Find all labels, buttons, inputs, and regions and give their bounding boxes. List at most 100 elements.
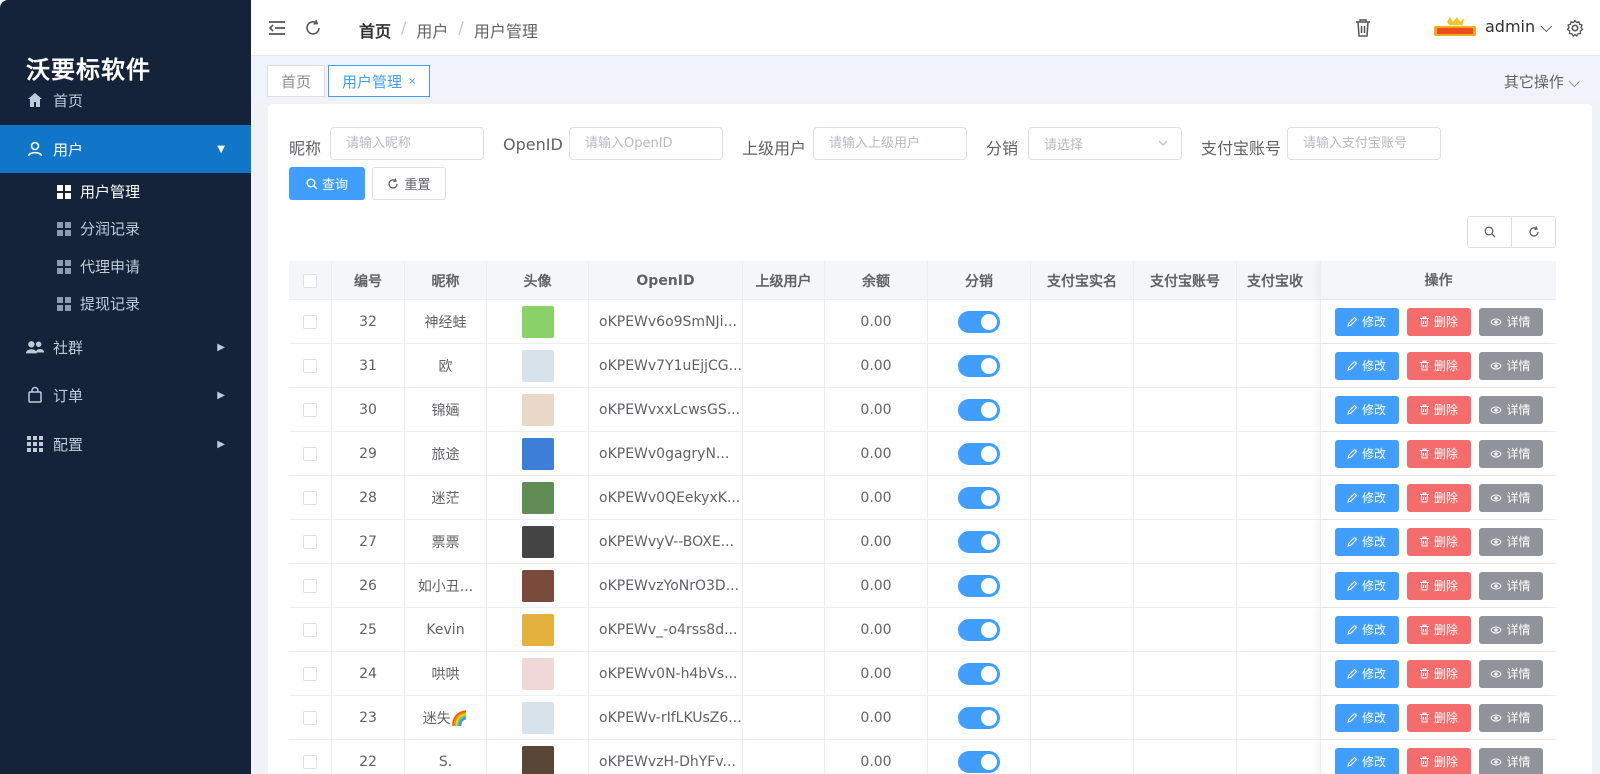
nickname-input[interactable] xyxy=(330,127,484,160)
settings-gear-icon[interactable] xyxy=(1565,18,1585,38)
edit-button[interactable]: 修改 xyxy=(1334,571,1399,600)
delete-button[interactable]: 删除 xyxy=(1406,703,1471,732)
users-table: 编号 昵称 头像 OpenID 上级用户 余额 分销 支付宝实名 支付宝账号 支… xyxy=(289,261,1556,774)
edit-button[interactable]: 修改 xyxy=(1334,615,1399,644)
edit-button[interactable]: 修改 xyxy=(1334,659,1399,688)
distribution-select[interactable]: 请选择 xyxy=(1028,127,1182,160)
alipay-account-input[interactable] xyxy=(1287,127,1441,160)
user-menu[interactable]: admin ⌵ xyxy=(1485,17,1552,37)
detail-button[interactable]: 详情 xyxy=(1478,483,1543,512)
refresh-table-button[interactable] xyxy=(1512,217,1555,247)
distribution-toggle[interactable] xyxy=(958,443,1000,465)
delete-button[interactable]: 删除 xyxy=(1406,571,1471,600)
avatar[interactable] xyxy=(521,482,554,514)
row-checkbox[interactable] xyxy=(303,447,317,461)
sidebar-subitem-withdraw-records[interactable]: 提现记录 xyxy=(0,285,251,322)
distribution-toggle[interactable] xyxy=(958,663,1000,685)
distribution-toggle[interactable] xyxy=(958,751,1000,773)
edit-button[interactable]: 修改 xyxy=(1334,351,1399,380)
avatar[interactable] xyxy=(521,746,554,774)
openid-input[interactable] xyxy=(569,127,723,160)
detail-button[interactable]: 详情 xyxy=(1478,527,1543,556)
avatar[interactable] xyxy=(521,570,554,602)
tab-user-management[interactable]: 用户管理 × xyxy=(328,65,431,97)
detail-button[interactable]: 详情 xyxy=(1478,747,1543,774)
edit-button[interactable]: 修改 xyxy=(1334,747,1399,774)
sidebar-item-config[interactable]: 配置 ▶ xyxy=(0,420,251,468)
edit-button[interactable]: 修改 xyxy=(1334,483,1399,512)
detail-button[interactable]: 详情 xyxy=(1478,439,1543,468)
search-button[interactable]: 查询 xyxy=(289,167,365,200)
delete-button[interactable]: 删除 xyxy=(1406,439,1471,468)
row-checkbox[interactable] xyxy=(303,711,317,725)
edit-button[interactable]: 修改 xyxy=(1334,395,1399,424)
delete-button[interactable]: 删除 xyxy=(1406,351,1471,380)
parent-user-input[interactable] xyxy=(813,127,967,160)
delete-button[interactable]: 删除 xyxy=(1406,483,1471,512)
edit-button[interactable]: 修改 xyxy=(1334,307,1399,336)
detail-button[interactable]: 详情 xyxy=(1478,659,1543,688)
detail-button[interactable]: 详情 xyxy=(1478,703,1543,732)
delete-button[interactable]: 删除 xyxy=(1406,747,1471,774)
detail-button[interactable]: 详情 xyxy=(1478,571,1543,600)
delete-button[interactable]: 删除 xyxy=(1406,307,1471,336)
detail-button[interactable]: 详情 xyxy=(1478,615,1543,644)
row-checkbox[interactable] xyxy=(303,359,317,373)
distribution-toggle[interactable] xyxy=(958,311,1000,333)
sidebar-item-orders[interactable]: 订单 ▶ xyxy=(0,371,251,419)
avatar[interactable] xyxy=(521,438,554,470)
row-checkbox[interactable] xyxy=(303,403,317,417)
row-checkbox[interactable] xyxy=(303,623,317,637)
distribution-toggle[interactable] xyxy=(958,575,1000,597)
row-checkbox[interactable] xyxy=(303,755,317,769)
breadcrumb-home[interactable]: 首页 xyxy=(359,18,391,42)
sidebar-item-home[interactable]: 首页 xyxy=(0,76,251,124)
distribution-toggle[interactable] xyxy=(958,619,1000,641)
sidebar-subitem-profit-records[interactable]: 分润记录 xyxy=(0,210,251,247)
edit-button[interactable]: 修改 xyxy=(1334,527,1399,556)
parent-user-label: 上级用户 xyxy=(742,139,807,158)
content-card: 昵称 OpenID 上级用户 分销 请选择 支付宝账号 查询 重置 编号 昵称 xyxy=(268,104,1592,774)
distribution-toggle[interactable] xyxy=(958,399,1000,421)
distribution-toggle[interactable] xyxy=(958,487,1000,509)
row-checkbox[interactable] xyxy=(303,315,317,329)
row-checkbox[interactable] xyxy=(303,579,317,593)
delete-button[interactable]: 删除 xyxy=(1406,527,1471,556)
avatar[interactable] xyxy=(521,614,554,646)
edit-button[interactable]: 修改 xyxy=(1334,439,1399,468)
distribution-toggle[interactable] xyxy=(958,355,1000,377)
row-checkbox[interactable] xyxy=(303,667,317,681)
collapse-menu-icon[interactable] xyxy=(267,18,287,38)
close-icon[interactable]: × xyxy=(408,76,416,87)
reset-button[interactable]: 重置 xyxy=(372,167,446,200)
delete-button[interactable]: 删除 xyxy=(1406,659,1471,688)
avatar[interactable] xyxy=(521,394,554,426)
avatar[interactable] xyxy=(521,306,554,338)
tab-home[interactable]: 首页 xyxy=(267,65,326,97)
search-button-label: 查询 xyxy=(321,178,348,193)
sidebar-subitem-agent-applications[interactable]: 代理申请 xyxy=(0,248,251,285)
detail-button[interactable]: 详情 xyxy=(1478,351,1543,380)
avatar[interactable] xyxy=(521,526,554,558)
detail-button[interactable]: 详情 xyxy=(1478,307,1543,336)
delete-button[interactable]: 删除 xyxy=(1406,615,1471,644)
sidebar-item-users[interactable]: 用户 ▼ xyxy=(0,125,251,173)
edit-button[interactable]: 修改 xyxy=(1334,703,1399,732)
detail-button[interactable]: 详情 xyxy=(1478,395,1543,424)
more-operations-dropdown[interactable]: 其它操作 ⌵ xyxy=(1504,71,1580,92)
row-checkbox[interactable] xyxy=(303,535,317,549)
distribution-toggle[interactable] xyxy=(958,531,1000,553)
search-icon xyxy=(306,178,318,189)
sidebar-item-community[interactable]: 社群 ▶ xyxy=(0,323,251,371)
row-checkbox[interactable] xyxy=(303,491,317,505)
sidebar-subitem-user-management[interactable]: 用户管理 xyxy=(0,173,251,210)
avatar[interactable] xyxy=(521,658,554,690)
select-all-checkbox[interactable] xyxy=(303,273,317,288)
delete-button[interactable]: 删除 xyxy=(1406,395,1471,424)
refresh-icon[interactable] xyxy=(303,18,323,38)
distribution-toggle[interactable] xyxy=(958,707,1000,729)
avatar[interactable] xyxy=(521,702,554,734)
toggle-search-button[interactable] xyxy=(1468,217,1512,247)
trash-icon[interactable] xyxy=(1353,18,1373,38)
avatar[interactable] xyxy=(521,350,554,382)
